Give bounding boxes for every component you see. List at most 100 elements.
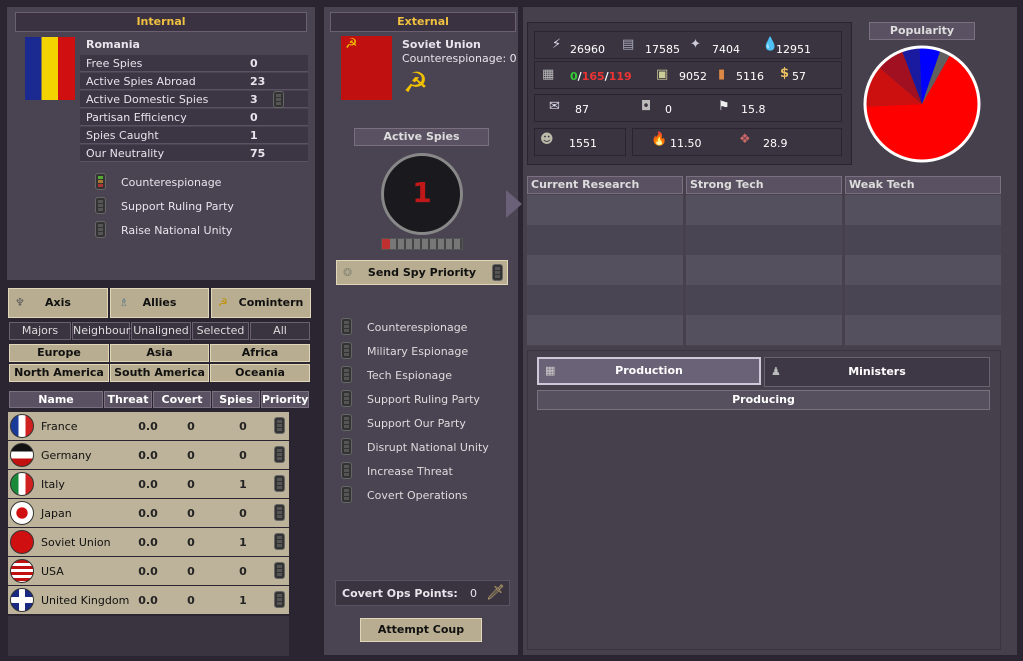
priority-toggle[interactable] — [274, 591, 285, 608]
raise-national-unity-toggle[interactable] — [95, 221, 106, 238]
col-covert[interactable]: Covert — [153, 391, 211, 408]
factory-icon: ▦ — [542, 67, 555, 82]
priority-toggle[interactable] — [274, 446, 285, 463]
col-spies[interactable]: Spies — [212, 391, 260, 408]
filter-unaligned[interactable]: Unaligned — [131, 322, 191, 340]
popularity-header: Popularity — [869, 22, 975, 40]
support-ruling-party-toggle[interactable] — [95, 197, 106, 214]
hammer-sickle-icon: ☭ — [345, 36, 358, 52]
japan-flag — [10, 501, 34, 525]
dollar-icon: $ — [780, 66, 790, 81]
table-row[interactable]: Germany 0.0 0 0 — [8, 441, 289, 469]
money-icon: ▮ — [718, 67, 726, 82]
germany-flag — [10, 443, 34, 467]
supplies-value: 9052 — [679, 70, 707, 83]
manpower-value: 1551 — [569, 137, 597, 150]
strong-tech-list[interactable] — [686, 195, 842, 346]
priority-toggle[interactable] — [274, 562, 285, 579]
target-country-name: Soviet Union — [402, 38, 481, 51]
mission-toggle[interactable] — [341, 438, 352, 455]
counterespionage-toggle[interactable] — [95, 173, 106, 190]
stat-spies-caught: Spies Caught 1 — [80, 127, 308, 144]
italy-flag — [10, 472, 34, 496]
dissent-icon: 🔥 — [651, 132, 668, 147]
envelope-icon: ✉ — [549, 99, 560, 114]
table-row[interactable]: Japan 0.0 0 0 — [8, 499, 289, 527]
cash-value: 57 — [792, 70, 806, 83]
comintern-button[interactable]: ☭ Comintern — [211, 288, 311, 318]
mission-label: Disrupt National Unity — [367, 441, 489, 454]
rare-materials-icon: ✦ — [690, 37, 701, 52]
active-spies-dial: 1 — [381, 153, 463, 235]
table-row[interactable]: USA 0.0 0 0 — [8, 557, 289, 585]
active-spies-label: Active Spies — [354, 128, 489, 146]
filter-all[interactable]: All — [250, 322, 310, 340]
region-north-america[interactable]: North America — [9, 364, 109, 382]
col-priority[interactable]: Priority — [261, 391, 309, 408]
axis-icon: ♆ — [15, 296, 25, 309]
uk-flag — [10, 588, 34, 612]
mission-toggle[interactable] — [341, 462, 352, 479]
send-spy-priority-button[interactable]: ❂ Send Spy Priority — [336, 260, 508, 285]
france-flag — [10, 414, 34, 438]
table-row[interactable]: Italy 0.0 0 1 — [8, 470, 289, 498]
mission-toggle[interactable] — [341, 342, 352, 359]
mission-toggle[interactable] — [341, 366, 352, 383]
mission-toggle[interactable] — [341, 414, 352, 431]
domestic-spies-toggle[interactable] — [273, 91, 284, 108]
mission-label: Covert Operations — [367, 489, 468, 502]
priority-toggle[interactable] — [274, 504, 285, 521]
axis-button[interactable]: ♆ Axis — [8, 288, 108, 318]
attempt-coup-button[interactable]: Attempt Coup — [360, 618, 482, 642]
diplomacy-value: 87 — [575, 103, 589, 116]
region-south-america[interactable]: South America — [110, 364, 209, 382]
table-row[interactable]: Soviet Union 0.0 0 1 — [8, 528, 289, 556]
mission-toggle[interactable] — [341, 318, 352, 335]
region-oceania[interactable]: Oceania — [210, 364, 310, 382]
col-threat[interactable]: Threat — [104, 391, 152, 408]
producing-header: Producing — [537, 390, 990, 410]
filter-selected[interactable]: Selected — [192, 322, 249, 340]
weak-tech-header: Weak Tech — [845, 176, 1001, 194]
region-asia[interactable]: Asia — [110, 344, 209, 362]
officers-value: 15.8 — [741, 103, 766, 116]
current-research-list[interactable] — [527, 195, 683, 346]
send-priority-toggle[interactable] — [492, 264, 503, 281]
expand-arrow-icon[interactable] — [506, 190, 522, 218]
table-row[interactable]: France 0.0 0 0 — [8, 412, 289, 440]
covert-ops-label: Covert Ops Points: — [342, 587, 458, 600]
energy-icon: ⚡ — [552, 37, 562, 52]
weak-tech-list[interactable] — [845, 195, 1001, 346]
region-europe[interactable]: Europe — [9, 344, 109, 362]
spy-slider[interactable] — [381, 238, 463, 250]
filter-majors[interactable]: Majors — [9, 322, 71, 340]
soviet-flag — [10, 530, 34, 554]
mission-label: Increase Threat — [367, 465, 453, 478]
slider-fill — [382, 239, 390, 249]
priority-toggle[interactable] — [274, 475, 285, 492]
table-row[interactable]: United Kingdom 0.0 0 1 — [8, 586, 289, 614]
statue-icon: ♗ — [119, 296, 129, 309]
camera-icon: ◘ — [641, 99, 652, 114]
hammer-sickle-icon: ☭ — [218, 296, 228, 309]
priority-toggle[interactable] — [274, 533, 285, 550]
mission-toggle[interactable] — [341, 486, 352, 503]
target-counterespionage: Counterespionage: 0 — [402, 52, 517, 65]
col-name[interactable]: Name — [9, 391, 103, 408]
region-africa[interactable]: Africa — [210, 344, 310, 362]
factory-icon: ▦ — [545, 364, 556, 377]
table-empty-area — [8, 616, 289, 656]
ic-value: 0/165/119 — [570, 70, 632, 83]
romania-flag — [25, 37, 75, 100]
covert-ops-box: Covert Ops Points: 0 🗡 — [335, 580, 510, 606]
comintern-emblem-icon: ☭ — [403, 66, 429, 99]
filter-neighbours[interactable]: Neighbours — [72, 322, 136, 340]
priority-toggle[interactable] — [274, 417, 285, 434]
mission-toggle[interactable] — [341, 390, 352, 407]
allies-button[interactable]: ♗ Allies — [110, 288, 209, 318]
metal-icon: ▤ — [622, 37, 635, 52]
soviet-large-flag: ☭ — [341, 36, 392, 100]
production-tab[interactable]: ▦ Production — [537, 357, 761, 385]
rare-materials-value: 7404 — [712, 43, 740, 56]
ministers-tab[interactable]: ♟ Ministers — [764, 357, 990, 387]
